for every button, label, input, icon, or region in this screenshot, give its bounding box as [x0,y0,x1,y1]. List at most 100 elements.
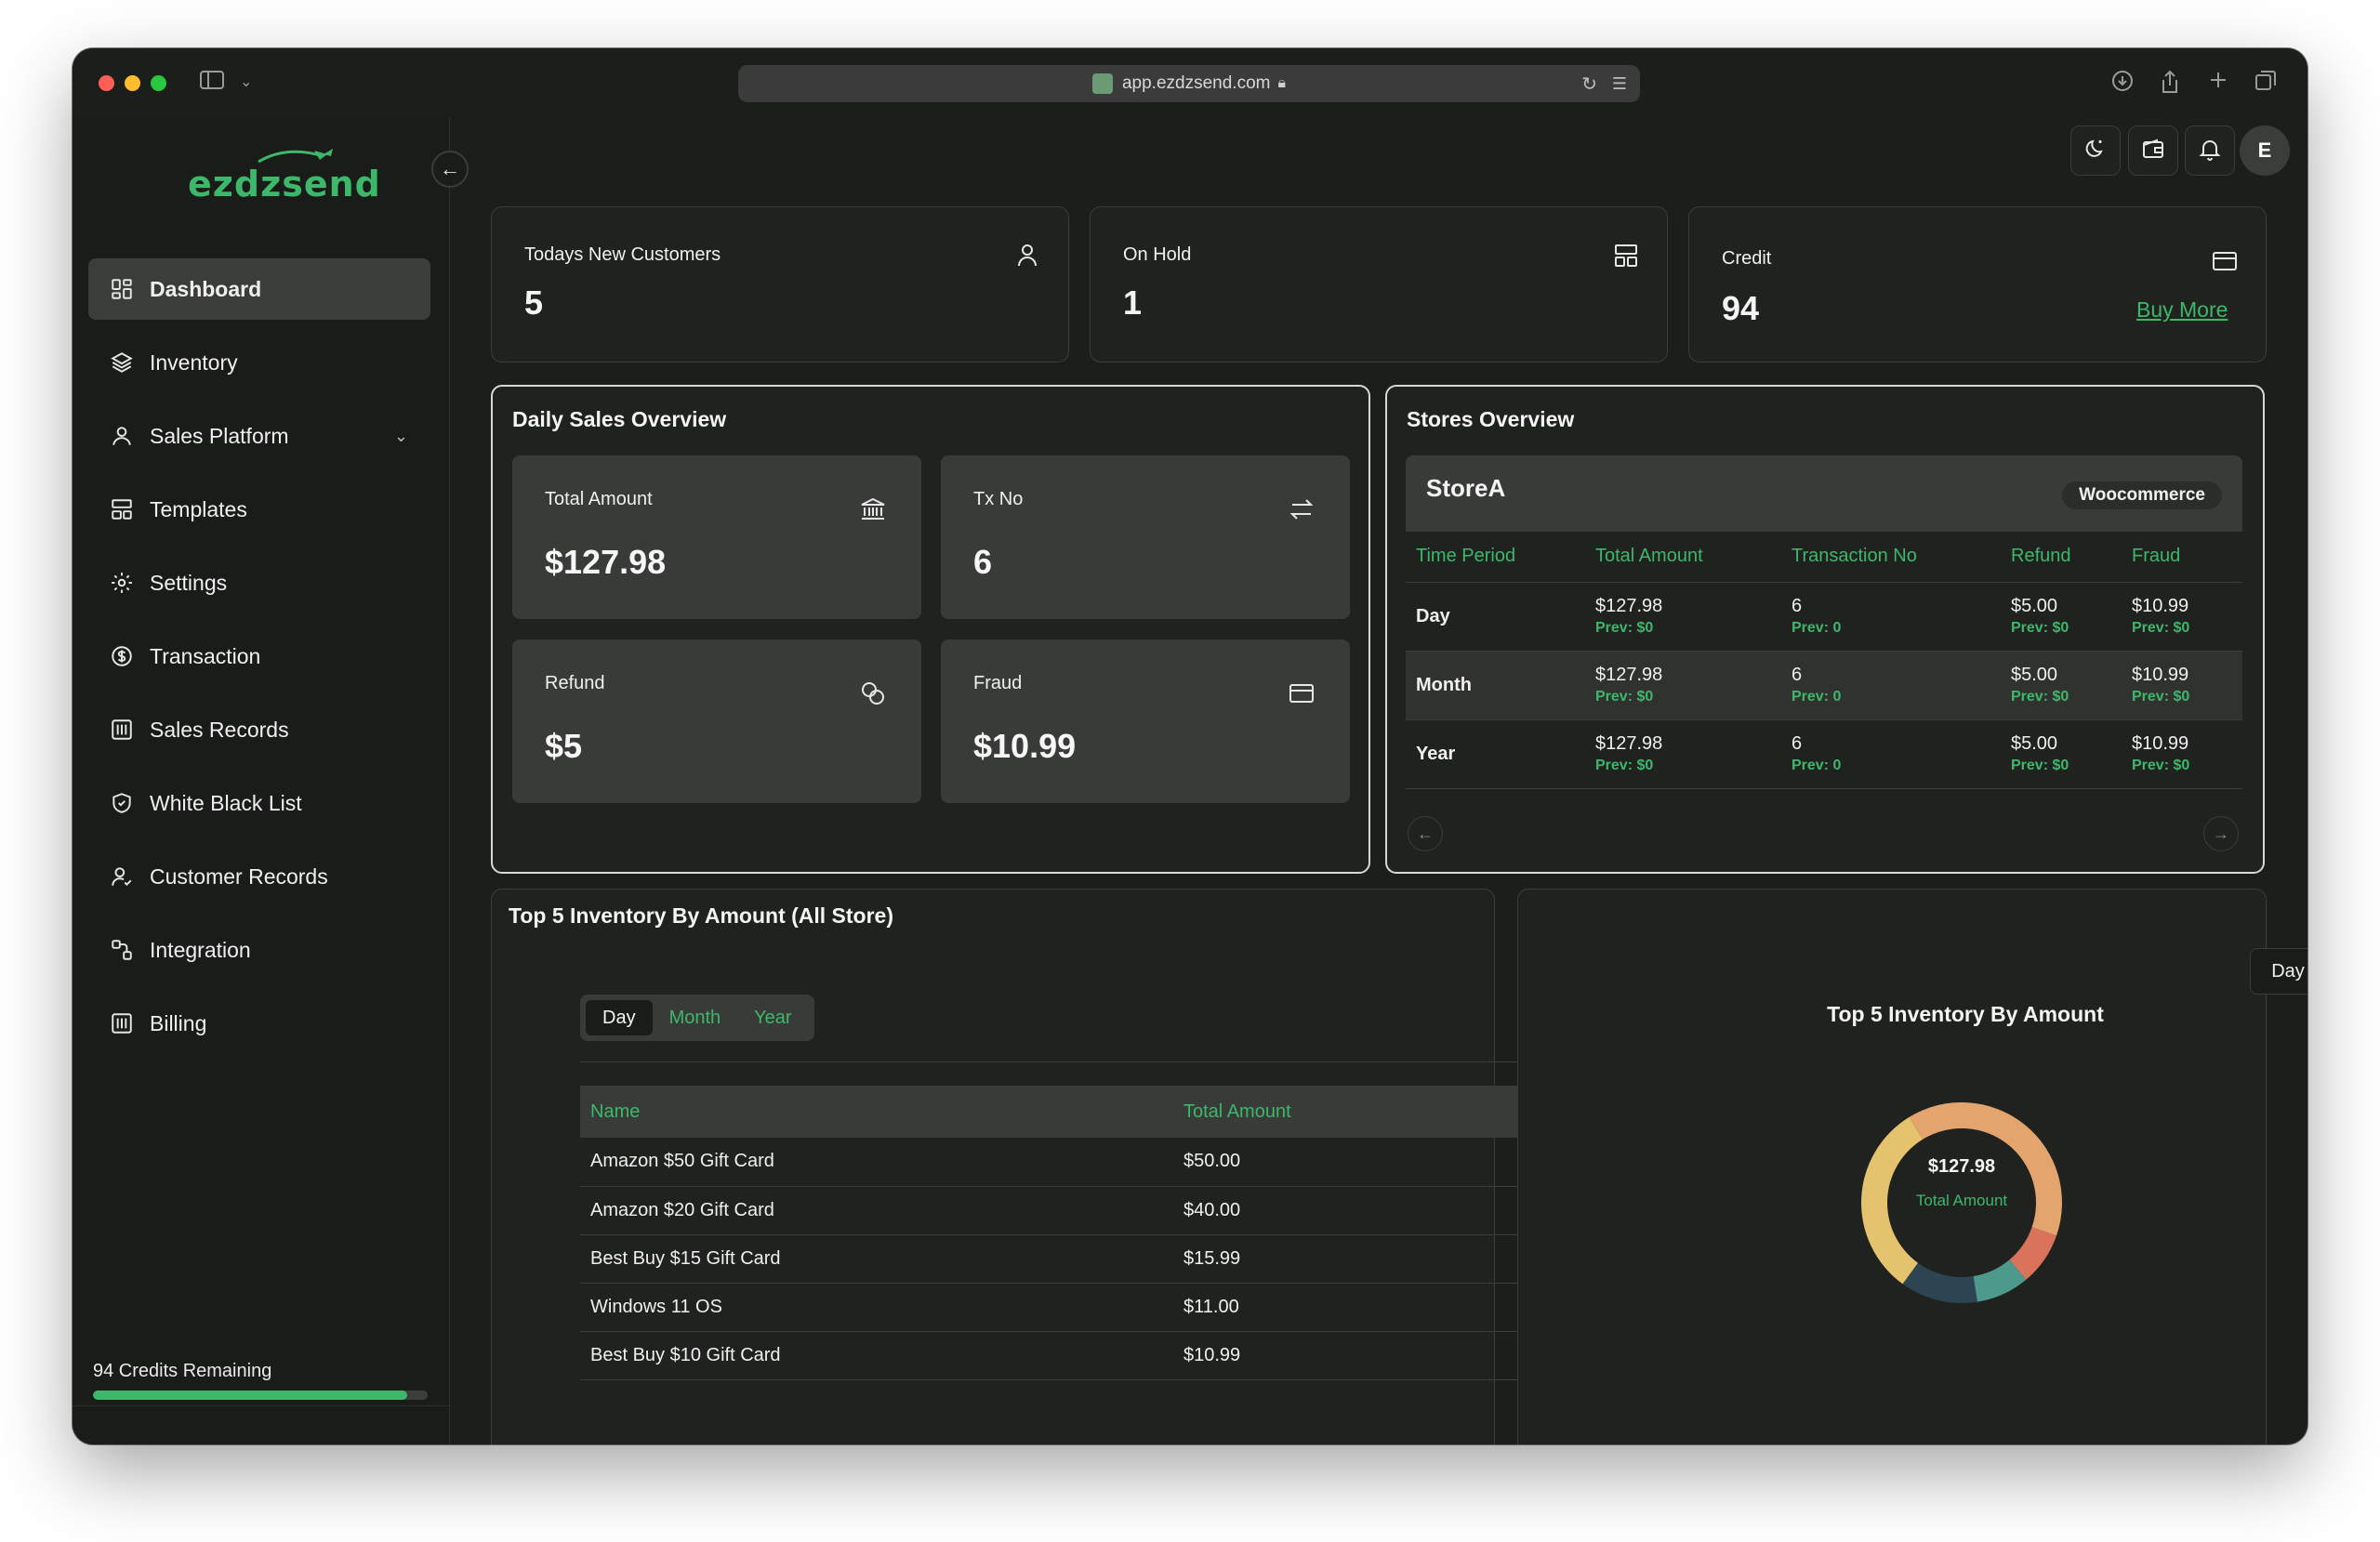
new-tab-icon[interactable] [2207,69,2229,97]
cell-value: $127.98 [1595,596,1663,616]
table-row: Amazon $20 Gift Card $40.00 [580,1186,1551,1235]
card-value: $5 [545,727,583,765]
next-page-button[interactable]: → [2203,816,2239,851]
cell-value: $127.98 [1595,733,1663,754]
daily-sales-title: Daily Sales Overview [512,407,727,431]
sidebar-item-sales-platform[interactable]: Sales Platform ⌄ [88,405,430,467]
name-cell: Best Buy $10 Gift Card [580,1331,1173,1380]
stores-table: Time Period Total Amount Transaction No … [1406,532,2242,789]
sidebar-item-label: Settings [150,570,228,595]
tx-cell: 6 Prev: 0 [1781,582,2001,652]
cell-prev: Prev: 0 [1792,758,1842,773]
cell-prev: Prev: $0 [2132,620,2190,636]
bell-icon [2197,136,2223,166]
sidebar-item-settings[interactable]: Settings [88,552,430,613]
stat-card-new-customers: Todays New Customers 5 [491,206,1069,362]
notifications-button[interactable] [2185,125,2235,176]
tab-day[interactable]: Day [586,1000,653,1035]
close-window-button[interactable] [99,75,114,91]
reader-icon[interactable]: ☰ [1612,74,1627,94]
theme-toggle-button[interactable] [2070,125,2121,176]
layout-icon [1611,241,1641,275]
user-icon [109,423,135,449]
cell-value: $10.99 [2132,733,2189,754]
buy-more-link[interactable]: Buy More [2136,297,2228,323]
sidebar-toggle-icon[interactable] [199,69,225,97]
favicon-icon [1091,73,1113,94]
credits-progress-bar [93,1390,428,1400]
refund-cell: $5.00 Prev: $0 [2001,582,2122,652]
sidebar-item-customer-records[interactable]: Customer Records [88,846,430,907]
column-header: Total Amount [1585,532,1781,583]
share-icon[interactable] [2159,69,2181,100]
stores-overview-title: Stores Overview [1407,407,1575,431]
browser-window: ⌄ app.ezdzsend.com 🔒︎ ↻ ☰ ezdzsend Dashb… [73,48,2307,1444]
dashboard-icon [109,276,135,302]
tab-month[interactable]: Month [653,1000,738,1035]
billing-icon [109,1010,135,1036]
tx-cell: 6 Prev: 0 [1781,651,2001,720]
reload-icon[interactable]: ↻ [1581,72,1597,96]
card-label: Tx No [973,489,1024,509]
sidebar-item-templates[interactable]: Templates [88,479,430,540]
cell-prev: Prev: $0 [2132,689,2190,705]
stat-label: Todays New Customers [524,244,721,265]
chevron-down-icon[interactable]: ⌄ [240,69,252,97]
stat-value: 1 [1123,283,1143,322]
platform-badge: Woocommerce [2062,481,2222,509]
sidebar-item-white-black-list[interactable]: White Black List [88,772,430,834]
integration-icon [109,937,135,963]
card-value: $127.98 [545,543,667,581]
swap-icon [1287,494,1316,529]
stat-label: Credit [1722,248,1772,269]
tab-year[interactable]: Year [737,1000,808,1035]
donut-slice[interactable] [1902,1262,1977,1303]
address-bar[interactable]: app.ezdzsend.com 🔒︎ ↻ ☰ [738,65,1640,102]
tab-overview-icon[interactable] [2254,69,2278,99]
store-header: StoreA Woocommerce [1406,455,2242,532]
name-cell: Best Buy $15 Gift Card [580,1234,1173,1284]
sidebar-item-inventory[interactable]: Inventory [88,332,430,393]
table-header-row: Name Total Amount [580,1086,1551,1138]
chevron-down-icon[interactable]: ⌄ [394,427,408,446]
coins-icon [858,679,888,713]
sidebar-item-label: Sales Platform [150,423,289,448]
period-cell: Year [1406,719,1585,789]
avatar[interactable]: E [2240,125,2290,176]
refund-cell: $5.00 Prev: $0 [2001,719,2122,789]
table-row: Best Buy $15 Gift Card $15.99 [580,1234,1551,1284]
cell-value: $5.00 [2011,596,2058,616]
wallet-icon [2140,136,2166,166]
refund-cell: $5.00 Prev: $0 [2001,651,2122,720]
minimize-window-button[interactable] [125,75,140,91]
tx-cell: 6 Prev: 0 [1781,719,2001,789]
sidebar-nav: Dashboard Inventory Sales Platform ⌄ Tem… [88,258,430,1066]
sidebar-item-transaction[interactable]: Transaction [88,626,430,687]
top-inventory-title: Top 5 Inventory By Amount (All Store) [509,903,894,928]
column-header: Fraud [2122,532,2242,583]
sidebar-item-label: Sales Records [150,717,289,742]
zoom-window-button[interactable] [151,75,166,91]
prev-page-button[interactable]: ← [1408,816,1443,851]
range-select-button[interactable]: Day [2250,948,2307,995]
cell-prev: Prev: $0 [1595,689,1654,705]
download-icon[interactable] [2110,69,2135,99]
sidebar-item-label: Inventory [150,349,238,375]
table-row: Windows 11 OS $11.00 [580,1283,1551,1332]
stat-label: On Hold [1123,244,1192,265]
credits-panel [73,1405,450,1444]
arrow-right-icon: → [2213,824,2229,843]
donut-center-value: $127.98 [1927,1156,1996,1177]
card-value: 6 [973,543,993,581]
sidebar-item-dashboard[interactable]: Dashboard [88,258,430,320]
collapse-sidebar-button[interactable]: ← [431,151,469,188]
wallet-button[interactable] [2128,125,2178,176]
store-name: StoreA [1426,474,1506,502]
logo-text: ezdzsend [188,164,381,204]
period-tabs: Day Month Year [580,995,814,1041]
arrow-left-icon: ← [1417,824,1434,843]
sidebar-item-billing[interactable]: Billing [88,993,430,1054]
refund-card: Refund $5 [512,639,921,803]
sidebar-item-sales-records[interactable]: Sales Records [88,699,430,760]
sidebar-item-integration[interactable]: Integration [88,919,430,981]
